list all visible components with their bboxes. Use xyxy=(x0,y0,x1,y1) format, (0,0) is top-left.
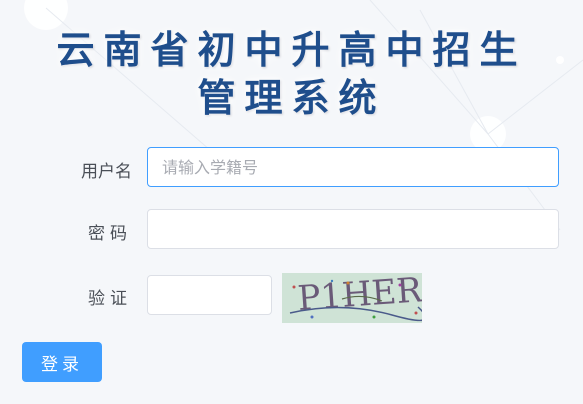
password-input[interactable] xyxy=(147,209,559,249)
verify-label: 验证 xyxy=(88,289,132,309)
page-title-line-1: 云南省初中升高中招生 xyxy=(56,28,527,72)
captcha-input[interactable] xyxy=(147,275,272,315)
page-title-line-2: 管理系统 xyxy=(197,76,386,120)
login-button[interactable]: 登录 xyxy=(22,342,102,382)
password-label: 密码 xyxy=(88,224,132,244)
username-label: 用户名 xyxy=(81,162,132,182)
username-input[interactable] xyxy=(147,147,559,187)
captcha-graphic: P1HER xyxy=(282,273,422,323)
captcha-image[interactable]: P1HER xyxy=(282,273,422,323)
page-title: 云南省初中升高中招生 管理系统 xyxy=(0,26,583,122)
